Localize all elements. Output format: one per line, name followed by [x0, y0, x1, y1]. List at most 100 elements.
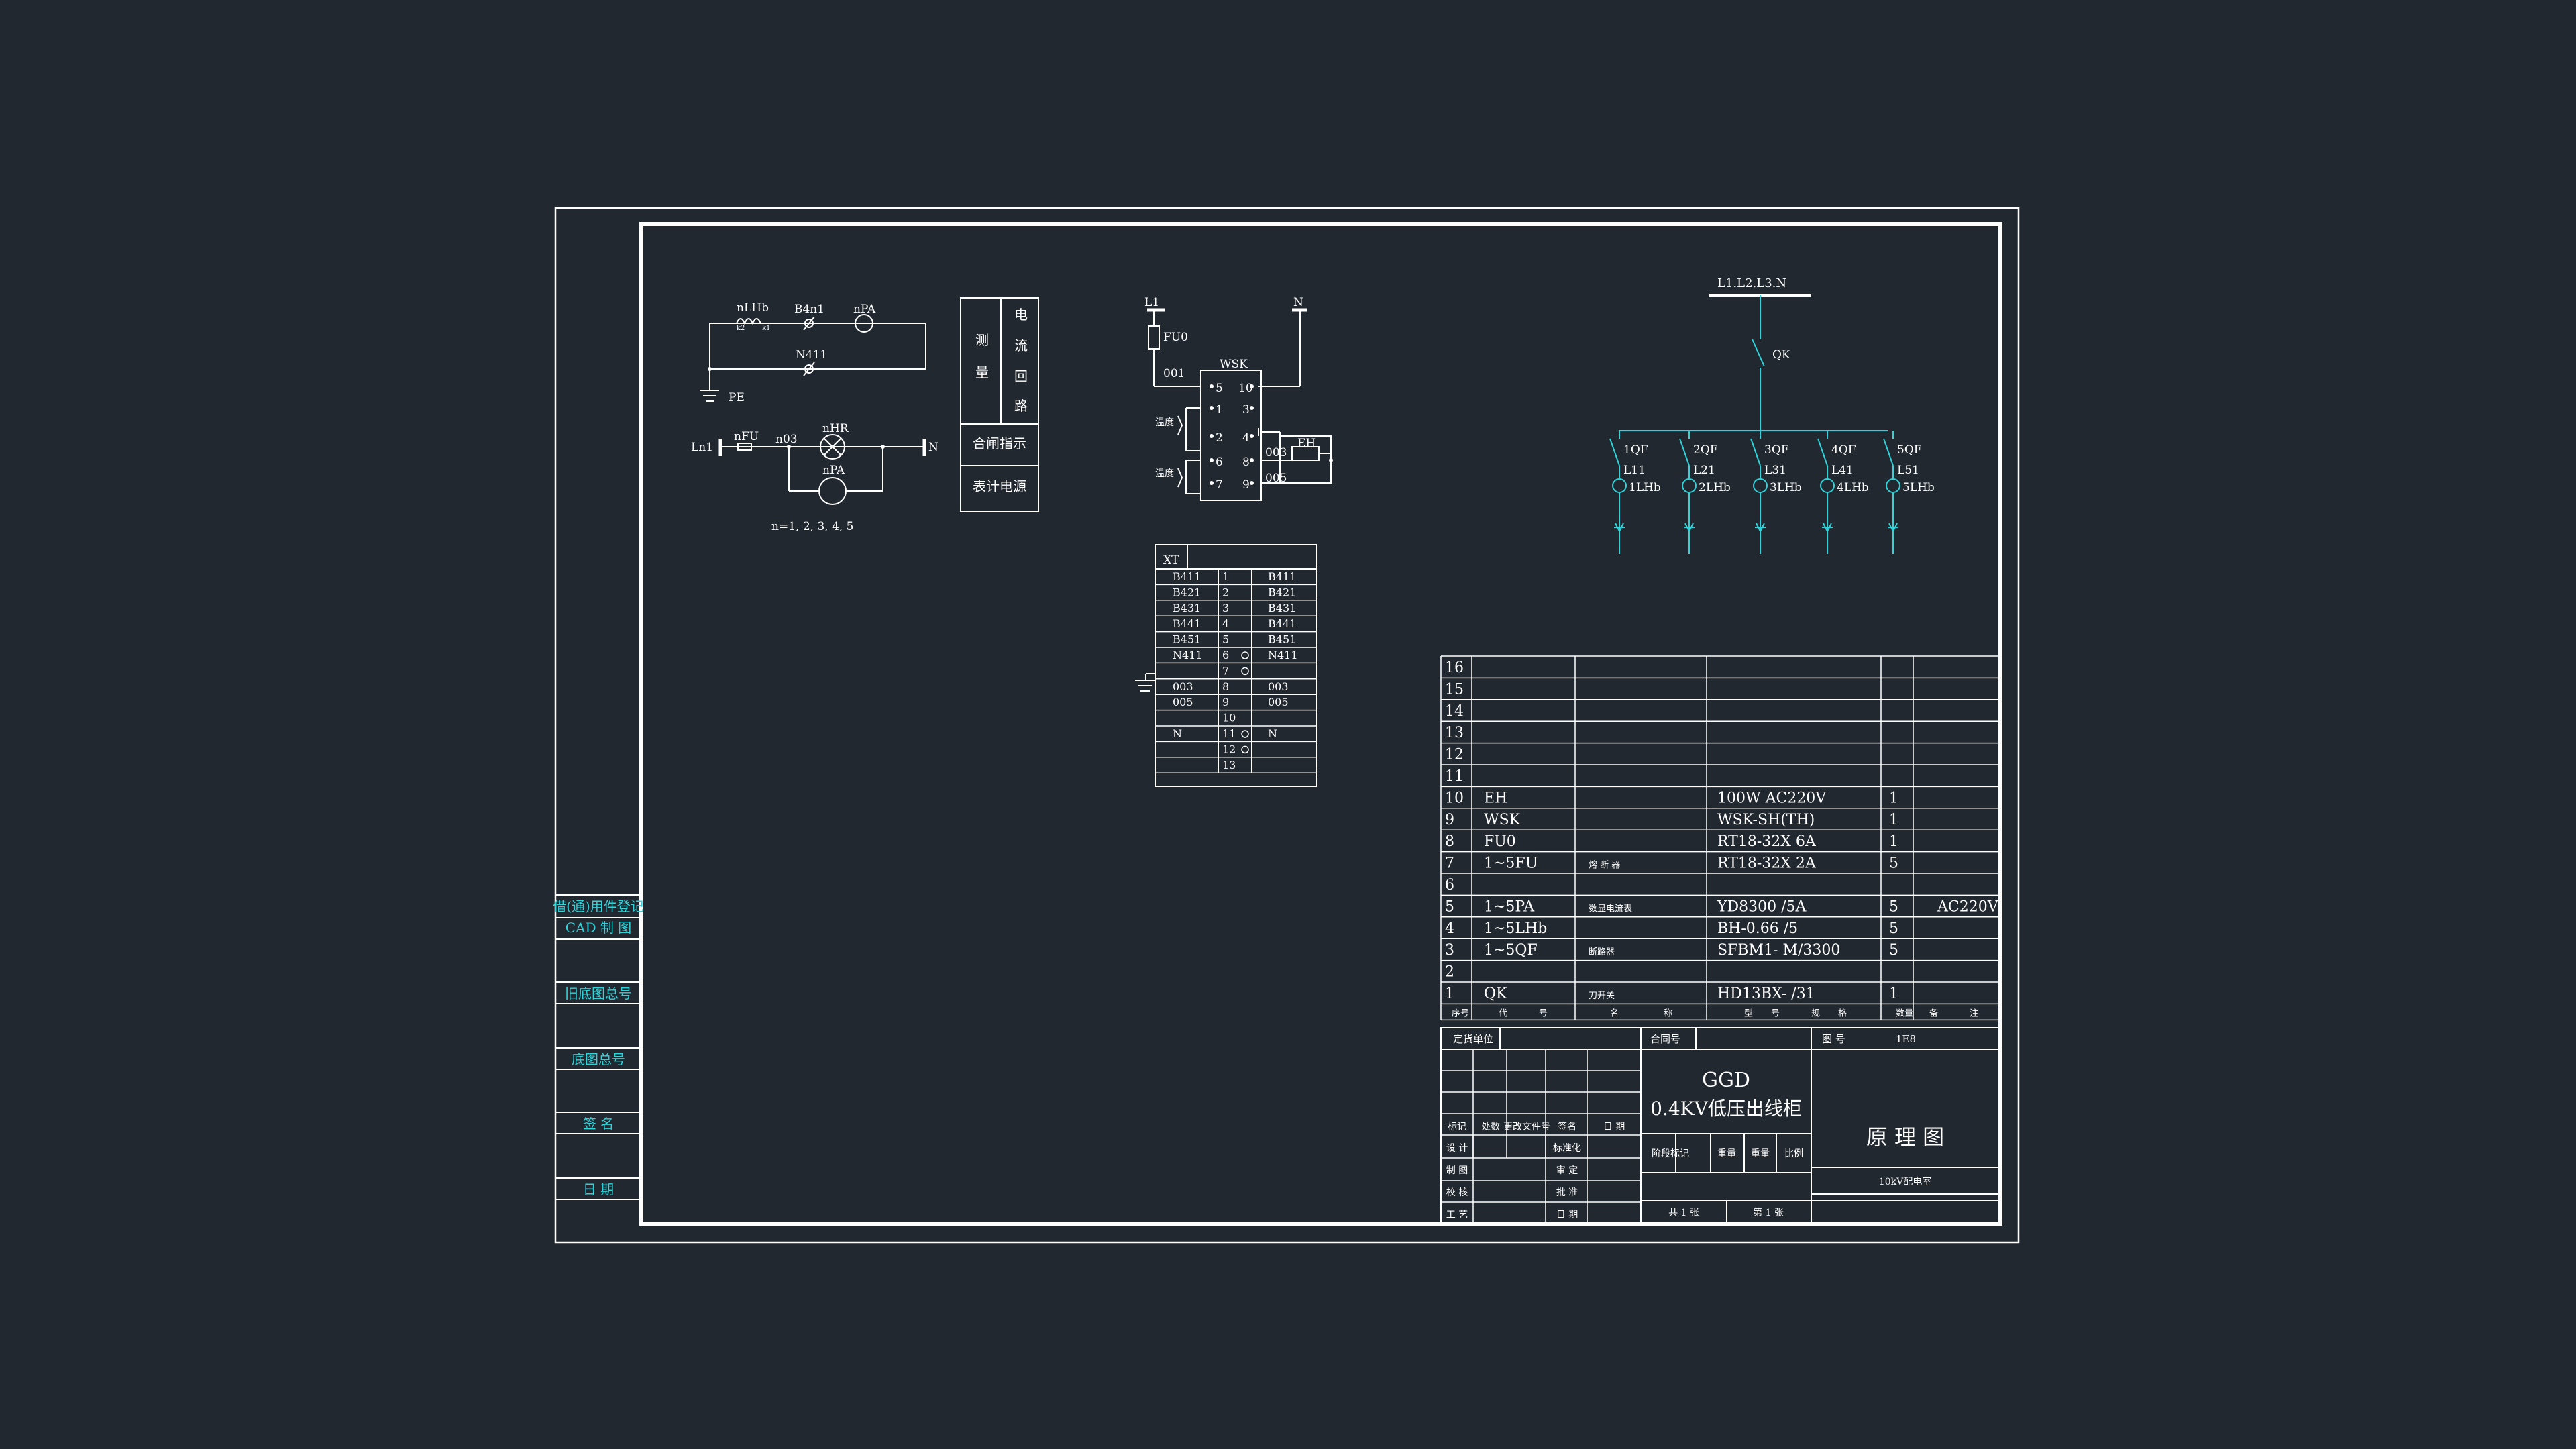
part-qty: 1 — [1889, 812, 1898, 828]
part-code: EH — [1484, 790, 1507, 806]
label-npa-top: nPA — [853, 303, 876, 316]
part-no: 10 — [1445, 790, 1464, 806]
func-measure-2: 量 — [975, 364, 989, 380]
wsk-circuit: L1 N FU0 WSK 001 003 005 EH 温度 温度 5 1 2 … — [1144, 296, 1333, 501]
feeder-line: L41 — [1831, 464, 1854, 477]
part-code: QK — [1484, 985, 1507, 1002]
label-n411: N411 — [796, 348, 827, 362]
revision-label: 标记 — [1448, 1122, 1466, 1132]
total-sheets: 共 1 张 — [1668, 1208, 1699, 1218]
func-current-4: 路 — [1014, 398, 1028, 414]
part-model: BH-0.66 /5 — [1717, 920, 1798, 937]
part-model: YD8300 /5A — [1717, 898, 1807, 915]
part-no: 6 — [1445, 877, 1454, 894]
feeder-qf: 2QF — [1693, 443, 1718, 457]
part-no: 15 — [1445, 681, 1464, 698]
feeder-lhb: 2LHb — [1699, 481, 1731, 494]
label-ln1: Ln1 — [691, 441, 713, 454]
xt-row-left: 005 — [1173, 696, 1193, 708]
label-k1: k1 — [762, 325, 770, 332]
xt-row-terminal: 6 — [1222, 649, 1229, 661]
xt-row-terminal: 4 — [1222, 617, 1229, 630]
xt-row-terminal: 7 — [1222, 664, 1229, 677]
label-npa-bottom: nPA — [822, 464, 845, 477]
part-model: 100W AC220V — [1717, 790, 1827, 806]
part-note: AC220V — [1937, 898, 1999, 915]
parts-header-cell: 序号 — [1452, 1008, 1469, 1018]
parts-header-cell: 型 — [1744, 1008, 1753, 1018]
cad-drawing: 借(通)用件登记 CAD 制 图 旧底图总号 底图总号 签 名 日 期 nLHb… — [553, 207, 2020, 1244]
part-code: 1~5PA — [1484, 898, 1535, 915]
label-n-range: n=1, 2, 3, 4, 5 — [771, 520, 854, 533]
wsk-term-r3: 3 — [1242, 403, 1250, 417]
stage-label-3: 重量 — [1751, 1148, 1770, 1159]
xt-row-right: B451 — [1268, 633, 1296, 646]
xt-row-terminal: 5 — [1222, 633, 1229, 646]
part-name: 断路器 — [1589, 947, 1615, 957]
part-qty: 1 — [1889, 833, 1898, 850]
side-label-2: CAD 制 图 — [566, 920, 632, 936]
xt-row-terminal: 10 — [1222, 712, 1236, 724]
part-code: 1~5QF — [1484, 942, 1538, 959]
part-no: 7 — [1445, 855, 1454, 872]
part-no: 3 — [1445, 942, 1454, 959]
feeder-lhb: 4LHb — [1837, 481, 1869, 494]
feeder: 3QF L31 3LHb — [1750, 431, 1802, 554]
part-no: 16 — [1445, 659, 1464, 676]
side-strip: 借(通)用件登记 CAD 制 图 旧底图总号 底图总号 签 名 日 期 — [553, 894, 644, 1200]
part-no: 1 — [1445, 985, 1454, 1002]
part-code: 1~5FU — [1484, 855, 1538, 872]
sign-right-label: 审 定 — [1556, 1165, 1578, 1176]
feeder-qf: 3QF — [1764, 443, 1789, 457]
wsk-temp-2: 温度 — [1155, 468, 1174, 479]
feeder-lhb: 1LHb — [1629, 481, 1661, 494]
label-n03: n03 — [775, 433, 798, 446]
qk-label: QK — [1772, 348, 1790, 362]
part-no: 14 — [1445, 703, 1464, 720]
xt-row-left: 003 — [1173, 680, 1193, 693]
wsk-eh: EH — [1297, 437, 1316, 450]
label-pe: PE — [729, 391, 745, 405]
func-current-2: 流 — [1014, 337, 1028, 354]
part-no: 13 — [1445, 724, 1464, 741]
side-label-1: 借(通)用件登记 — [553, 898, 644, 914]
part-code: WSK — [1484, 812, 1521, 828]
label-n-left: N — [928, 441, 938, 454]
wsk-005: 005 — [1265, 472, 1287, 485]
drawing-no-value: 1E8 — [1896, 1033, 1916, 1045]
parts-list: 16151413121110 EH 100W AC220V 19 WSK WSK-SH(T… — [1440, 655, 2001, 1021]
part-model: HD13BX- /31 — [1717, 985, 1815, 1002]
xt-row-terminal: 11 — [1222, 727, 1236, 740]
feeder-qf: 1QF — [1623, 443, 1648, 457]
xt-row-left: B421 — [1173, 586, 1201, 598]
feeder-lhb: 3LHb — [1770, 481, 1802, 494]
part-name: 熔 断 器 — [1589, 861, 1620, 871]
unit-label: 定货单位 — [1453, 1033, 1493, 1045]
wsk-term-l7: 7 — [1216, 478, 1223, 492]
part-qty: 5 — [1889, 920, 1898, 937]
func-current-3: 回 — [1014, 368, 1028, 384]
sheet-no: 第 1 张 — [1753, 1207, 1784, 1218]
parts-header-cell: 数量 — [1896, 1008, 1913, 1018]
feeder-line: L31 — [1764, 464, 1786, 477]
func-measure-1: 测 — [975, 332, 989, 348]
label-nfu: nFU — [734, 430, 759, 443]
xt-row-left: N411 — [1173, 649, 1203, 661]
parts-header-cell: 代 — [1499, 1008, 1507, 1018]
label-nlhb: nLHb — [737, 301, 769, 315]
feeder-line: L51 — [1897, 464, 1919, 477]
revision-label: 处数 — [1481, 1122, 1500, 1132]
sign-left-label: 设 计 — [1446, 1143, 1468, 1154]
feeder-lhb: 5LHb — [1902, 481, 1935, 494]
label-b4n1: B4n1 — [794, 303, 824, 316]
xt-row-terminal: 8 — [1222, 680, 1229, 693]
part-qty: 1 — [1889, 790, 1898, 806]
feeder-qf: 5QF — [1897, 443, 1922, 457]
part-no: 8 — [1445, 833, 1454, 850]
drawing-no-label: 图 号 — [1822, 1033, 1845, 1045]
part-name: 数显电流表 — [1589, 904, 1632, 914]
xt-terminal-table: XT B411 1 B411 B421 2 B421 B431 3 B431 B441 4 B441 B… — [1135, 544, 1317, 787]
part-qty: 1 — [1889, 985, 1898, 1002]
label-nhr: nHR — [822, 422, 849, 435]
revision-label: 更改文件号 — [1503, 1122, 1550, 1132]
